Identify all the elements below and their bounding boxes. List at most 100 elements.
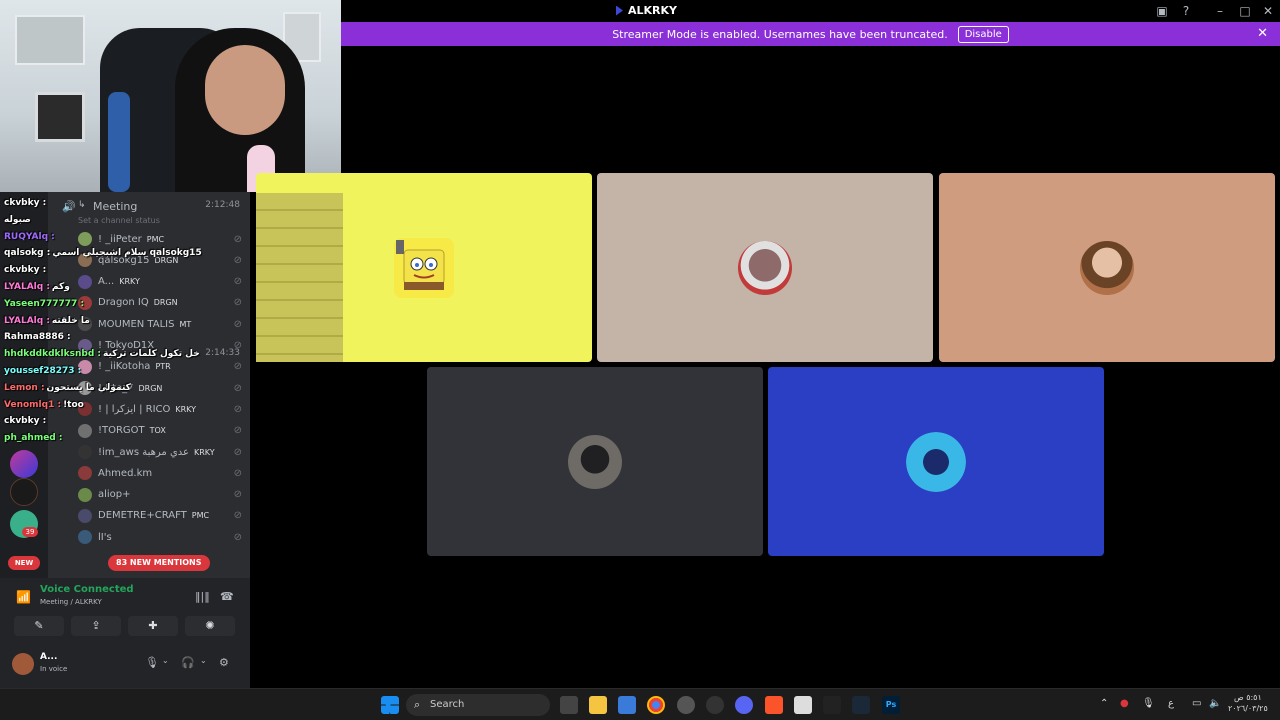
headphones-icon[interactable]: 🎧 <box>181 656 195 669</box>
discord-icon[interactable] <box>735 696 753 714</box>
screen-share-button[interactable]: ⇪ <box>71 616 121 636</box>
disable-button[interactable]: Disable <box>957 25 1009 43</box>
chat-username: ckvbky : <box>4 265 47 276</box>
user-avatar <box>1080 240 1134 295</box>
maximize-button[interactable]: □ <box>1236 2 1254 20</box>
chat-message: hhdkddkdklksnbd : خل تكول كلمات تركية <box>4 349 200 359</box>
voice-channel-path[interactable]: Meeting / ALKRKY <box>40 598 102 606</box>
chat-username: ckvbky : <box>4 416 47 427</box>
notepad-icon[interactable] <box>794 696 812 714</box>
volume-icon[interactable]: 🔈 <box>1209 698 1221 709</box>
user-avatar <box>568 434 622 489</box>
chat-text: وكم <box>51 282 70 292</box>
app-icon[interactable] <box>677 696 695 714</box>
microphone-icon[interactable]: 🎙 <box>1142 698 1155 709</box>
muted-icon: ⊘ <box>233 510 242 522</box>
steam-icon[interactable] <box>852 696 870 714</box>
member-name: lI's <box>98 531 112 543</box>
award-plaque <box>15 15 85 65</box>
server-tag: PMC <box>191 511 210 521</box>
activities-button[interactable]: ✚ <box>128 616 178 636</box>
chat-text: ما خلقته <box>51 315 90 326</box>
store-icon[interactable] <box>618 696 636 714</box>
award-plaque <box>35 92 85 142</box>
chevron-down-icon[interactable]: ⌄ <box>200 656 207 665</box>
chevron-up-icon[interactable]: ⌃ <box>1100 698 1108 709</box>
inbox-icon[interactable]: ▣ <box>1153 2 1171 20</box>
avatar <box>78 487 92 502</box>
chat-username: ckvbky : <box>4 198 47 208</box>
minimize-button[interactable]: – <box>1211 2 1229 20</box>
chat-username: Rahma8886 : <box>4 332 71 343</box>
tray-app-icon[interactable]: ● <box>1120 698 1129 709</box>
chevron-down-icon[interactable]: ⌄ <box>162 656 169 665</box>
chat-username: youssef28273 : <box>4 366 82 376</box>
taskbar: ⌕ Search Ps ⌃ ● 🎙 ع ▭ 🔈 ٥:٥١ ص ٢٠٢٦/٠٣/٢… <box>0 688 1280 720</box>
voice-member-row[interactable]: Ahmed.km ⊘ <box>48 464 250 482</box>
avatar[interactable] <box>12 653 34 675</box>
striped-overlay <box>256 193 343 362</box>
chat-message: صبوله <box>4 215 33 225</box>
task-view-icon[interactable] <box>560 696 578 714</box>
settings-gear-icon[interactable]: ⚙ <box>219 656 229 669</box>
network-icon[interactable]: ▭ <box>1192 698 1201 709</box>
stream-chat-overlay: ckvbky : صبوله RUQYAlq : qalsokg : سلام اشبج… <box>0 198 250 458</box>
chat-message: Yaseen777777 : <box>4 299 86 309</box>
clock-time: ٥:٥١ ص <box>1233 693 1262 702</box>
voice-member-row[interactable]: DEMETRE+CRAFT PMC ⊘ <box>48 507 250 525</box>
photoshop-icon[interactable]: Ps <box>882 696 900 714</box>
chat-username: Yaseen777777 : <box>4 298 85 309</box>
chat-message: youssef28273 : <box>4 366 83 376</box>
server-icon[interactable] <box>10 478 38 506</box>
camera-button[interactable]: ✎ <box>14 616 64 636</box>
chat-message: Rahma8886 : <box>4 332 73 342</box>
banner-message: Streamer Mode is enabled. Usernames have… <box>612 27 948 41</box>
chat-message: qalsokg : سلام اشبجيلي اسمي qalsokg15 <box>4 248 202 258</box>
window-title: ALKRKY <box>616 4 677 17</box>
language-indicator[interactable]: ع <box>1168 698 1174 709</box>
clock[interactable]: ٥:٥١ ص ٢٠٢٦/٠٣/٢٥ <box>1228 692 1268 714</box>
taskbar-search[interactable]: ⌕ Search <box>406 694 550 716</box>
tile-user-2[interactable] <box>597 173 933 362</box>
tile-user-5[interactable] <box>768 367 1104 556</box>
chat-text: كتمولي ما يستحون <box>46 382 131 393</box>
start-button-icon[interactable] <box>381 696 399 714</box>
signal-icon[interactable]: 📶 <box>16 590 31 604</box>
muted-icon: ⊘ <box>233 531 242 543</box>
chat-message: Venomlq1 : !too <box>4 400 84 410</box>
avatar <box>78 530 92 545</box>
chat-username: hhdkddkdklksnbd : <box>4 349 101 360</box>
voice-member-row[interactable]: lI's ⊘ <box>48 528 250 546</box>
brave-icon[interactable] <box>765 696 783 714</box>
search-placeholder: Search <box>430 699 465 710</box>
help-icon[interactable]: ? <box>1177 2 1195 20</box>
steam-settings-icon[interactable] <box>706 696 724 714</box>
soundboard-button[interactable]: ✺ <box>185 616 235 636</box>
chat-message: ckvbky : <box>4 416 48 426</box>
spongebob-avatar <box>394 237 454 298</box>
tile-user-4[interactable] <box>427 367 763 556</box>
avatar <box>78 466 92 481</box>
new-badge: NEW <box>8 556 40 570</box>
disconnect-icon[interactable]: ☎ <box>220 590 234 603</box>
microphone-icon[interactable]: 🎙 <box>145 656 159 669</box>
capcut-icon[interactable] <box>823 696 841 714</box>
voice-member-row[interactable]: aliop+ ⊘ <box>48 486 250 504</box>
chat-username: qalsokg : <box>4 248 51 259</box>
close-banner-icon[interactable]: ✕ <box>1257 26 1268 41</box>
close-window-button[interactable]: ✕ <box>1259 2 1277 20</box>
chat-message: Lemon : كتمولي ما يستحون <box>4 383 131 393</box>
new-mentions-pill[interactable]: 83 NEW MENTIONS <box>108 555 210 571</box>
chat-message: LYALAlq : ما خلقته <box>4 316 90 326</box>
streamer-mode-banner: Streamer Mode is enabled. Usernames have… <box>341 22 1280 46</box>
chat-message: LYALAlq : وكم <box>4 282 70 292</box>
chrome-icon[interactable] <box>647 696 665 714</box>
file-explorer-icon[interactable] <box>589 696 607 714</box>
voice-panel: 📶 Voice Connected Meeting / ALKRKY ‖|‖ ☎… <box>0 578 250 688</box>
user-name: A... <box>40 652 58 662</box>
chat-username: RUQYAlq : <box>4 231 55 242</box>
tile-user-3[interactable] <box>939 173 1275 362</box>
noise-suppression-icon[interactable]: ‖|‖ <box>195 590 210 603</box>
chat-message: ckvbky : <box>4 198 48 208</box>
member-name: DEMETRE+CRAFT <box>98 510 187 522</box>
